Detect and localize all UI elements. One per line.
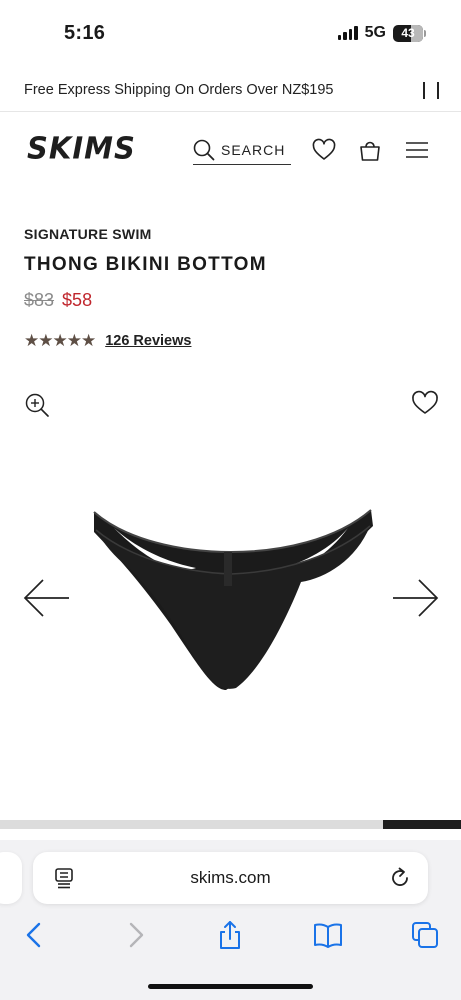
battery-level: 43	[401, 26, 415, 40]
status-time: 5:16	[64, 22, 106, 44]
forward-icon[interactable]	[120, 920, 150, 950]
signal-icon	[337, 26, 358, 40]
wishlist-heart-icon[interactable]	[411, 390, 439, 416]
rating-block: ★★★★★ 126 Reviews	[24, 331, 191, 351]
network-label: 5G	[364, 24, 386, 41]
search-button[interactable]: SEARCH	[193, 135, 291, 165]
menu-icon[interactable]	[404, 137, 430, 163]
heart-icon[interactable]	[311, 137, 337, 163]
share-icon[interactable]	[215, 920, 245, 950]
arrow-left-icon[interactable]	[22, 578, 72, 618]
battery-icon: 43	[393, 24, 426, 42]
site-header: SKIMS SEARCH	[0, 113, 461, 193]
status-bar: 5:16 5G 43	[0, 0, 461, 68]
pause-banner-button[interactable]	[423, 82, 439, 100]
previous-tab-preview[interactable]	[0, 852, 22, 904]
arrow-right-icon[interactable]	[390, 578, 440, 618]
back-icon[interactable]	[20, 920, 50, 950]
zoom-in-icon[interactable]	[24, 392, 50, 418]
carousel-progress	[0, 820, 461, 829]
promo-banner: Free Express Shipping On Orders Over NZ$…	[0, 68, 461, 112]
original-price: $83	[24, 290, 55, 310]
tabs-icon[interactable]	[410, 920, 440, 950]
product-image[interactable]	[86, 500, 376, 695]
promo-text: Free Express Shipping On Orders Over NZ$…	[24, 82, 334, 98]
url-text: skims.com	[190, 868, 271, 887]
product-title: THONG BIKINI BOTTOM	[24, 254, 267, 275]
reload-icon[interactable]	[388, 866, 412, 890]
address-bar[interactable]: skims.com	[33, 852, 428, 904]
carousel-progress-fill	[382, 820, 461, 829]
home-indicator	[148, 984, 313, 989]
bookmarks-icon[interactable]	[313, 920, 343, 950]
price-block: $83 $58	[24, 290, 92, 311]
reviews-link[interactable]: 126 Reviews	[105, 333, 191, 349]
search-icon	[193, 139, 215, 160]
browser-toolbar: skims.com	[0, 840, 461, 1000]
sale-price: $58	[62, 290, 93, 310]
collection-label[interactable]: SIGNATURE SWIM	[24, 226, 152, 242]
site-logo[interactable]: SKIMS	[27, 130, 136, 166]
status-indicators: 5G 43	[337, 24, 426, 42]
star-rating: ★★★★★	[24, 331, 96, 350]
bag-icon[interactable]	[357, 137, 383, 163]
search-label: SEARCH	[221, 141, 286, 158]
